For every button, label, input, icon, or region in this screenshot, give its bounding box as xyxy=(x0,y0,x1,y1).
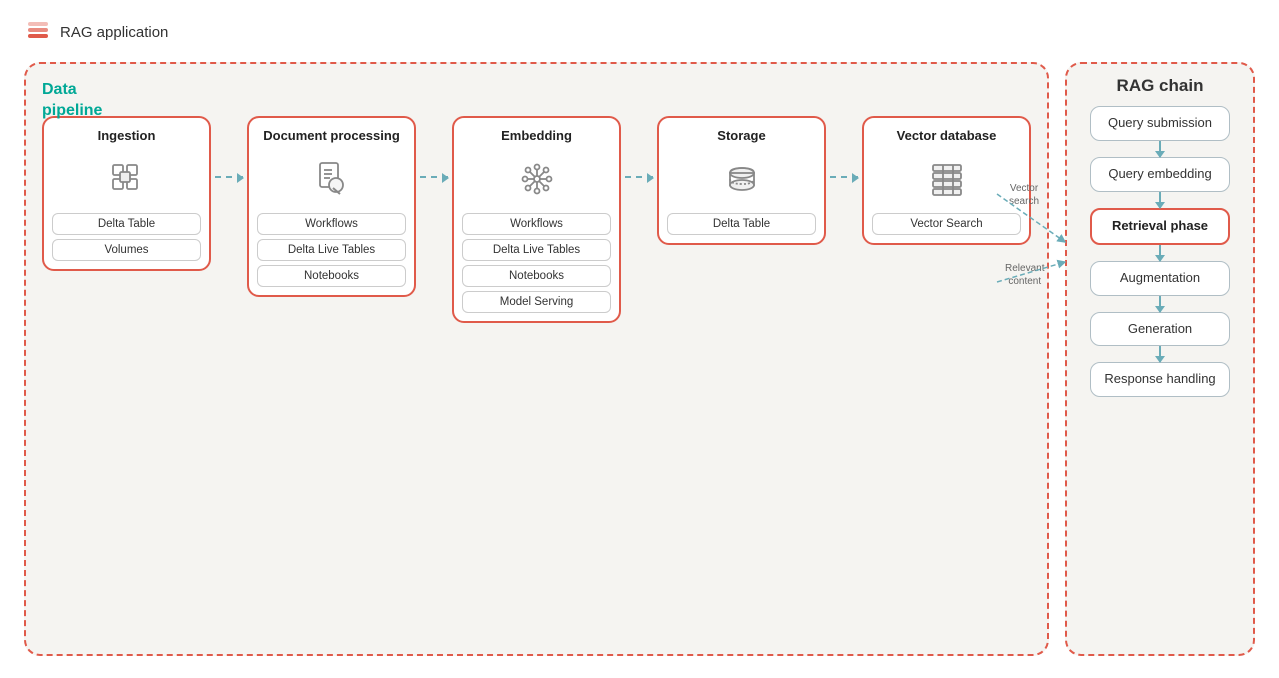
stage-item: Delta Live Tables xyxy=(257,239,406,261)
rag-step-response-handling: Response handling xyxy=(1090,362,1230,397)
arrow-2 xyxy=(420,116,448,178)
stage-item: Workflows xyxy=(257,213,406,235)
arrow-4 xyxy=(830,116,858,178)
stage-document-processing: Document processing Workflows Delta Live… xyxy=(247,116,416,297)
grid-icon xyxy=(105,157,149,201)
stage-ingestion: Ingestion Delta Table Volumes xyxy=(42,116,211,271)
data-pipeline-container: Data pipeline Ingestion Delta Table xyxy=(24,62,1049,656)
stage-item: Notebooks xyxy=(462,265,611,287)
rag-chain-title: RAG chain xyxy=(1079,76,1241,96)
arrow-3 xyxy=(625,116,653,178)
stage-item: Delta Table xyxy=(52,213,201,235)
cloud-storage-icon xyxy=(720,157,764,201)
database-rows-icon xyxy=(925,157,969,201)
stage-item: Model Serving xyxy=(462,291,611,313)
rag-step-retrieval-phase: Retrieval phase xyxy=(1090,208,1230,245)
stage-embedding: Embedding xyxy=(452,116,621,323)
rag-step-generation: Generation xyxy=(1090,312,1230,347)
app-header: RAG application xyxy=(0,0,1279,54)
stage-storage-title: Storage xyxy=(717,128,765,145)
stage-storage: Storage Delta Table xyxy=(657,116,826,245)
arrow-1 xyxy=(215,116,243,178)
stage-item: Notebooks xyxy=(257,265,406,287)
rag-arrow-1 xyxy=(1159,141,1161,157)
data-pipeline-label: Data pipeline xyxy=(42,80,102,122)
rag-step-query-embedding: Query embedding xyxy=(1090,157,1230,192)
rag-arrow-5 xyxy=(1159,346,1161,362)
rag-arrow-2 xyxy=(1159,192,1161,208)
stage-ingestion-title: Ingestion xyxy=(98,128,156,145)
stage-item: Delta Table xyxy=(667,213,816,235)
stage-item: Volumes xyxy=(52,239,201,261)
rag-step-augmentation: Augmentation xyxy=(1090,261,1230,296)
rag-step-query-submission: Query submission xyxy=(1090,106,1230,141)
stage-item: Workflows xyxy=(462,213,611,235)
stage-doc-title: Document processing xyxy=(263,128,400,145)
stage-item: Delta Live Tables xyxy=(462,239,611,261)
search-doc-icon xyxy=(310,157,354,201)
app-icon xyxy=(24,18,52,46)
nodes-icon xyxy=(515,157,559,201)
stage-embedding-title: Embedding xyxy=(501,128,572,145)
stage-vectordb-title: Vector database xyxy=(897,128,997,145)
rag-arrow-4 xyxy=(1159,296,1161,312)
app-title: RAG application xyxy=(60,24,168,41)
rag-chain-container: RAG chain Vectorsearch Relevantcontent xyxy=(1065,62,1255,656)
connection-arrows xyxy=(997,64,1067,384)
rag-arrow-3 xyxy=(1159,245,1161,261)
